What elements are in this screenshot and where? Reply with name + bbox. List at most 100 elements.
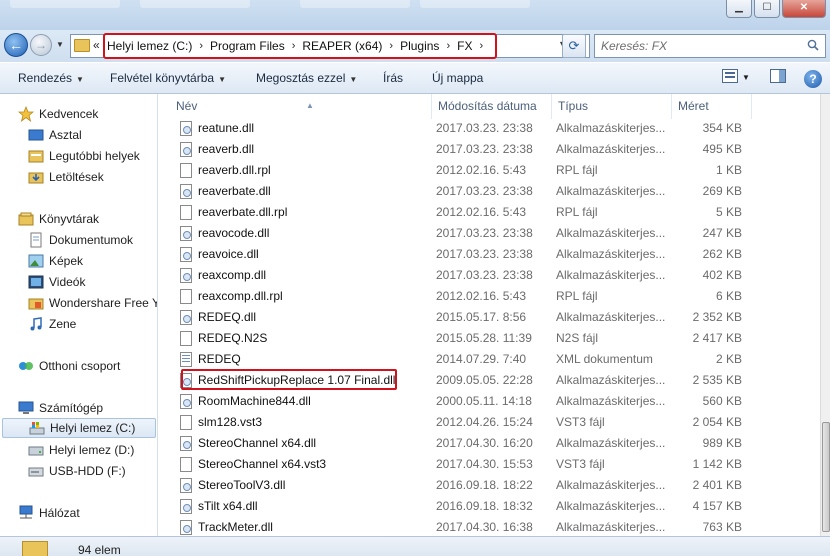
file-row[interactable]: reatune.dll 2017.03.23. 23:38 Alkalmazáski…	[160, 118, 820, 139]
file-row[interactable]: REDEQ.dll 2015.05.17. 8:56 Alkalmazáskiter…	[160, 307, 820, 328]
file-size: 2 535 KB	[692, 373, 742, 387]
file-row[interactable]: reaverbate.dll.rpl 2012.02.16. 5:43 RPL fá…	[160, 202, 820, 223]
file-row[interactable]: reaxcomp.dll 2017.03.23. 23:38 Alkalmazásk…	[160, 265, 820, 286]
add-to-library-button[interactable]: Felvétel könyvtárba ▼	[110, 71, 226, 85]
vertical-scrollbar[interactable]	[820, 94, 830, 536]
close-button[interactable]: ✕	[782, 0, 826, 18]
navigation-bar: ← → ▼ « Helyi lemez (C:) › Program Files…	[0, 30, 830, 62]
file-row[interactable]: reaxcomp.dll.rpl 2012.02.16. 5:43 RPL fájl…	[160, 286, 820, 307]
sidebar-item-favorites[interactable]: Kedvencek	[17, 104, 157, 124]
breadcrumb-item-fx[interactable]: FX	[457, 39, 472, 53]
address-bar[interactable]: « Helyi lemez (C:) › Program Files › REA…	[70, 33, 590, 59]
file-name: TrackMeter.dll	[198, 520, 273, 534]
breadcrumb-separator-icon[interactable]: ›	[446, 40, 450, 52]
file-name: reaverb.dll	[198, 142, 255, 156]
breadcrumb-separator-icon[interactable]: ›	[479, 40, 483, 52]
search-input[interactable]	[595, 35, 800, 57]
view-dropdown-icon[interactable]: ▼	[742, 73, 750, 82]
sidebar-item-drive-c[interactable]: Helyi lemez (C:)	[2, 418, 156, 438]
file-row[interactable]: reavoice.dll 2017.03.23. 23:38 Alkalmazásk…	[160, 244, 820, 265]
file-date-modified: 2017.04.30. 16:20	[436, 436, 533, 450]
maximize-button[interactable]: ☐	[754, 0, 780, 18]
organize-button[interactable]: Rendezés ▼	[18, 71, 84, 85]
homegroup-icon	[18, 358, 34, 374]
sidebar-item-label: Képek	[49, 254, 84, 268]
file-row[interactable]: reaverb.dll 2017.03.23. 23:38 Alkalmazáski…	[160, 139, 820, 160]
file-row[interactable]: reavocode.dll 2017.03.23. 23:38 Alkalmazás…	[160, 223, 820, 244]
file-row[interactable]: reaverb.dll.rpl 2012.02.16. 5:43 RPL fájl 1…	[160, 160, 820, 181]
sidebar-item-videos[interactable]: Videók	[28, 272, 157, 292]
recent-pages-dropdown[interactable]: ▼	[56, 38, 66, 52]
file-row[interactable]: StereoChannel x64.dll 2017.04.30. 16:20 Al…	[160, 433, 820, 454]
breadcrumb-item-reaper[interactable]: REAPER (x64)	[302, 39, 382, 53]
breadcrumb-item-program-files[interactable]: Program Files	[210, 39, 285, 53]
file-size: 262 KB	[702, 247, 742, 261]
sidebar-item-usb-drive[interactable]: USB-HDD (F:)	[28, 461, 157, 481]
search-icon[interactable]	[807, 39, 819, 51]
minimize-button[interactable]: ▁	[726, 0, 752, 18]
file-row[interactable]: slm128.vst3 2012.04.26. 15:24 VST3 fájl 2 0…	[160, 412, 820, 433]
file-row[interactable]: sTilt x64.dll 2016.09.18. 18:32 Alkalmazás…	[160, 496, 820, 517]
navigation-pane: Kedvencek Asztal Legutóbbi helyek Letölt…	[0, 94, 158, 536]
column-header-type[interactable]: Típus	[552, 94, 672, 119]
documents-icon	[28, 232, 44, 248]
sidebar-item-network[interactable]: Hálózat	[18, 503, 157, 523]
sidebar-item-desktop[interactable]: Asztal	[28, 125, 157, 145]
window-titlebar: ▁ ☐ ✕	[0, 0, 830, 30]
sidebar-item-drive-d[interactable]: Helyi lemez (D:)	[28, 440, 157, 460]
file-date-modified: 2017.04.30. 15:53	[436, 457, 533, 471]
new-folder-button[interactable]: Új mappa	[432, 71, 483, 85]
file-type: RPL fájl	[556, 289, 598, 303]
column-header-name[interactable]: Név ▲	[170, 94, 432, 119]
change-view-button[interactable]	[722, 69, 738, 83]
background-tab	[420, 0, 530, 8]
file-row[interactable]: RoomMachine844.dll 2000.05.11. 14:18 Alkal…	[160, 391, 820, 412]
breadcrumb-item-drive-c[interactable]: Helyi lemez (C:)	[107, 39, 192, 53]
scrollbar-thumb[interactable]	[822, 422, 830, 532]
file-row[interactable]: REDEQ 2014.07.29. 7:40 XML dokumentum 2 KB	[160, 349, 820, 370]
share-with-button[interactable]: Megosztás ezzel ▼	[256, 71, 357, 85]
sidebar-item-homegroup[interactable]: Otthoni csoport	[18, 356, 157, 376]
back-button[interactable]: ←	[4, 33, 28, 57]
breadcrumb-separator-icon[interactable]: ›	[389, 40, 393, 52]
sidebar-item-documents[interactable]: Dokumentumok	[28, 230, 157, 250]
file-row[interactable]: StereoChannel x64.vst3 2017.04.30. 15:53 V…	[160, 454, 820, 475]
column-header-size[interactable]: Méret	[672, 94, 752, 119]
refresh-button[interactable]: ⟳	[562, 34, 586, 58]
sort-ascending-icon: ▲	[306, 101, 314, 110]
sidebar-item-computer[interactable]: Számítógép	[18, 398, 157, 418]
folder-icon	[74, 39, 90, 52]
file-date-modified: 2017.03.23. 23:38	[436, 142, 533, 156]
forward-button[interactable]: →	[30, 34, 52, 56]
file-row[interactable]: TrackMeter.dll 2017.04.30. 16:38 Alkalmazá…	[160, 517, 820, 536]
file-date-modified: 2017.03.23. 23:38	[436, 121, 533, 135]
videos-icon	[28, 274, 44, 290]
column-header-date-modified[interactable]: Módosítás dátuma	[432, 94, 552, 119]
file-name: sTilt x64.dll	[198, 499, 258, 513]
breadcrumb-separator-icon[interactable]: ›	[292, 40, 296, 52]
file-type: RPL fájl	[556, 163, 598, 177]
overflow-chevron-icon[interactable]: «	[93, 38, 100, 52]
add-to-library-label: Felvétel könyvtárba	[110, 71, 215, 85]
burn-button[interactable]: Írás	[383, 71, 403, 85]
sidebar-item-music[interactable]: Zene	[28, 314, 157, 334]
sidebar-item-pictures[interactable]: Képek	[28, 251, 157, 271]
sidebar-item-libraries[interactable]: Könyvtárak	[18, 209, 157, 229]
file-size: 763 KB	[702, 520, 742, 534]
sidebar-item-downloads[interactable]: Letöltések	[28, 167, 157, 187]
file-row[interactable]: reaverbate.dll 2017.03.23. 23:38 Alkalmazá…	[160, 181, 820, 202]
sidebar-item-label: Wondershare Free Y	[49, 296, 158, 310]
breadcrumb-item-plugins[interactable]: Plugins	[400, 39, 439, 53]
file-date-modified: 2017.03.23. 23:38	[436, 226, 533, 240]
breadcrumb-separator-icon[interactable]: ›	[199, 40, 203, 52]
preview-pane-button[interactable]	[770, 69, 786, 83]
file-row[interactable]: RedShiftPickupReplace 1.07 Final.dll 2009…	[160, 370, 820, 391]
file-name: reaverbate.dll	[198, 184, 271, 198]
file-row[interactable]: REDEQ.N2S 2015.05.28. 11:39 N2S fájl 2 417 …	[160, 328, 820, 349]
sidebar-item-wondershare[interactable]: Wondershare Free Y	[28, 293, 158, 313]
sidebar-item-recent-places[interactable]: Legutóbbi helyek	[28, 146, 157, 166]
file-type: Alkalmazáskiterjes...	[556, 226, 666, 240]
file-row[interactable]: StereoToolV3.dll 2016.09.18. 18:22 Alkalma…	[160, 475, 820, 496]
help-button[interactable]: ?	[804, 70, 822, 88]
file-size: 1 142 KB	[692, 457, 742, 471]
